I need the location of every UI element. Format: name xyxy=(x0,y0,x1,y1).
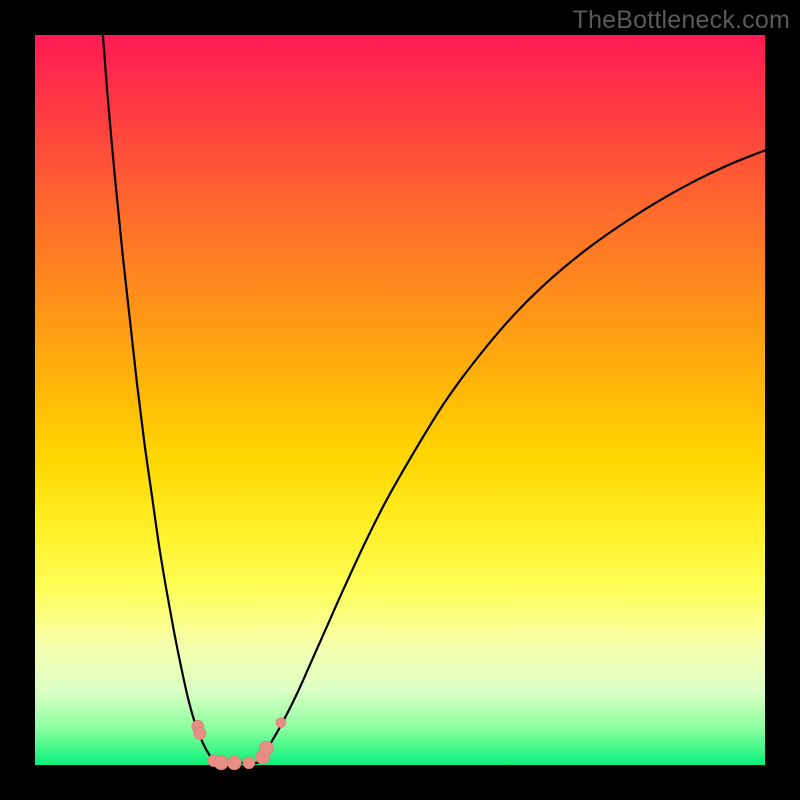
plot-area xyxy=(35,35,765,765)
data-marker xyxy=(227,756,241,770)
marker-layer xyxy=(192,718,286,770)
data-marker xyxy=(194,728,206,740)
data-marker xyxy=(243,757,255,769)
curve-right-branch xyxy=(258,150,765,762)
data-marker xyxy=(214,756,228,770)
chart-frame: TheBottleneck.com xyxy=(0,0,800,800)
chart-svg xyxy=(35,35,765,765)
curve-left-branch xyxy=(103,35,216,763)
watermark-text: TheBottleneck.com xyxy=(573,6,790,35)
data-marker xyxy=(276,718,286,728)
data-marker xyxy=(259,741,273,755)
